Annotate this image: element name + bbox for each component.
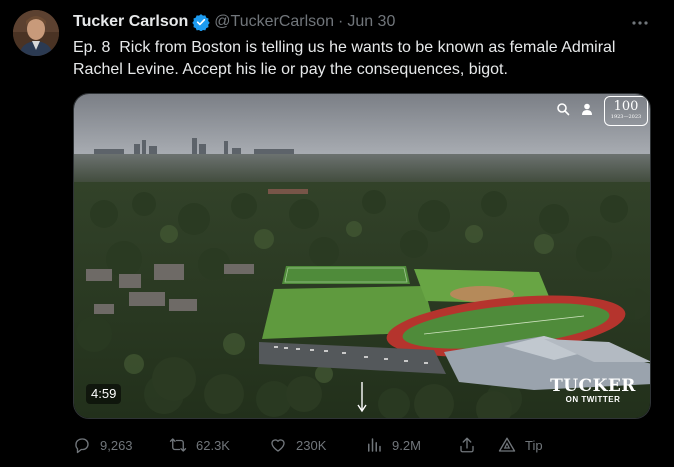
tip-label: Tip — [525, 437, 543, 453]
video-duration: 4:59 — [86, 384, 122, 404]
retweet-button[interactable]: 62.3K — [169, 433, 230, 457]
view-count: 9.2M — [392, 437, 421, 453]
avatar[interactable] — [13, 10, 59, 56]
display-name[interactable]: Tucker Carlson — [73, 13, 188, 31]
user-icon — [580, 102, 594, 116]
tweet-actions: 9,263 62.3K 230K 9.2M Tip — [73, 433, 663, 457]
handle[interactable]: @TuckerCarlson — [214, 13, 334, 31]
like-button[interactable]: 230K — [269, 433, 326, 457]
share-button[interactable] — [458, 433, 485, 457]
views-chart-icon — [368, 438, 381, 452]
tip-button[interactable]: Tip — [498, 433, 543, 457]
search-icon — [556, 102, 570, 116]
tip-icon — [498, 437, 516, 452]
tucker-watermark: TUCKER ON TWITTER — [548, 377, 638, 405]
anniversary-badge: 100 1923—2023 — [604, 96, 648, 126]
reply-icon — [75, 438, 89, 454]
reply-button[interactable]: 9,263 — [73, 433, 133, 457]
tweet-date[interactable]: Jun 30 — [347, 13, 395, 31]
badge-years: 1923—2023 — [610, 114, 642, 120]
reply-count: 9,263 — [100, 437, 133, 453]
badge-number: 100 — [613, 99, 639, 114]
tweet-text: Ep. 8 Rick from Boston is telling us he … — [73, 39, 616, 78]
verified-badge-icon — [192, 13, 210, 32]
header-separator: · — [337, 13, 344, 30]
tweet: Tucker Carlson @TuckerCarlson · Jun 30 E… — [0, 0, 674, 467]
share-icon — [460, 437, 474, 453]
like-count: 230K — [296, 437, 327, 453]
video-thumbnail — [74, 94, 650, 418]
views-button[interactable]: 9.2M — [365, 433, 421, 457]
down-arrow-icon — [356, 380, 368, 414]
heart-icon — [271, 439, 285, 452]
video-player[interactable]: 100 1923—2023 4:59 TUCKER ON TWITTER — [73, 93, 651, 419]
watermark-title: TUCKER — [550, 376, 636, 396]
tweet-header: Tucker Carlson @TuckerCarlson · Jun 30 — [73, 12, 395, 32]
more-options-icon[interactable] — [631, 14, 649, 32]
retweet-icon — [169, 438, 187, 452]
retweet-count: 62.3K — [196, 437, 230, 453]
watermark-subtitle: ON TWITTER — [565, 395, 621, 404]
